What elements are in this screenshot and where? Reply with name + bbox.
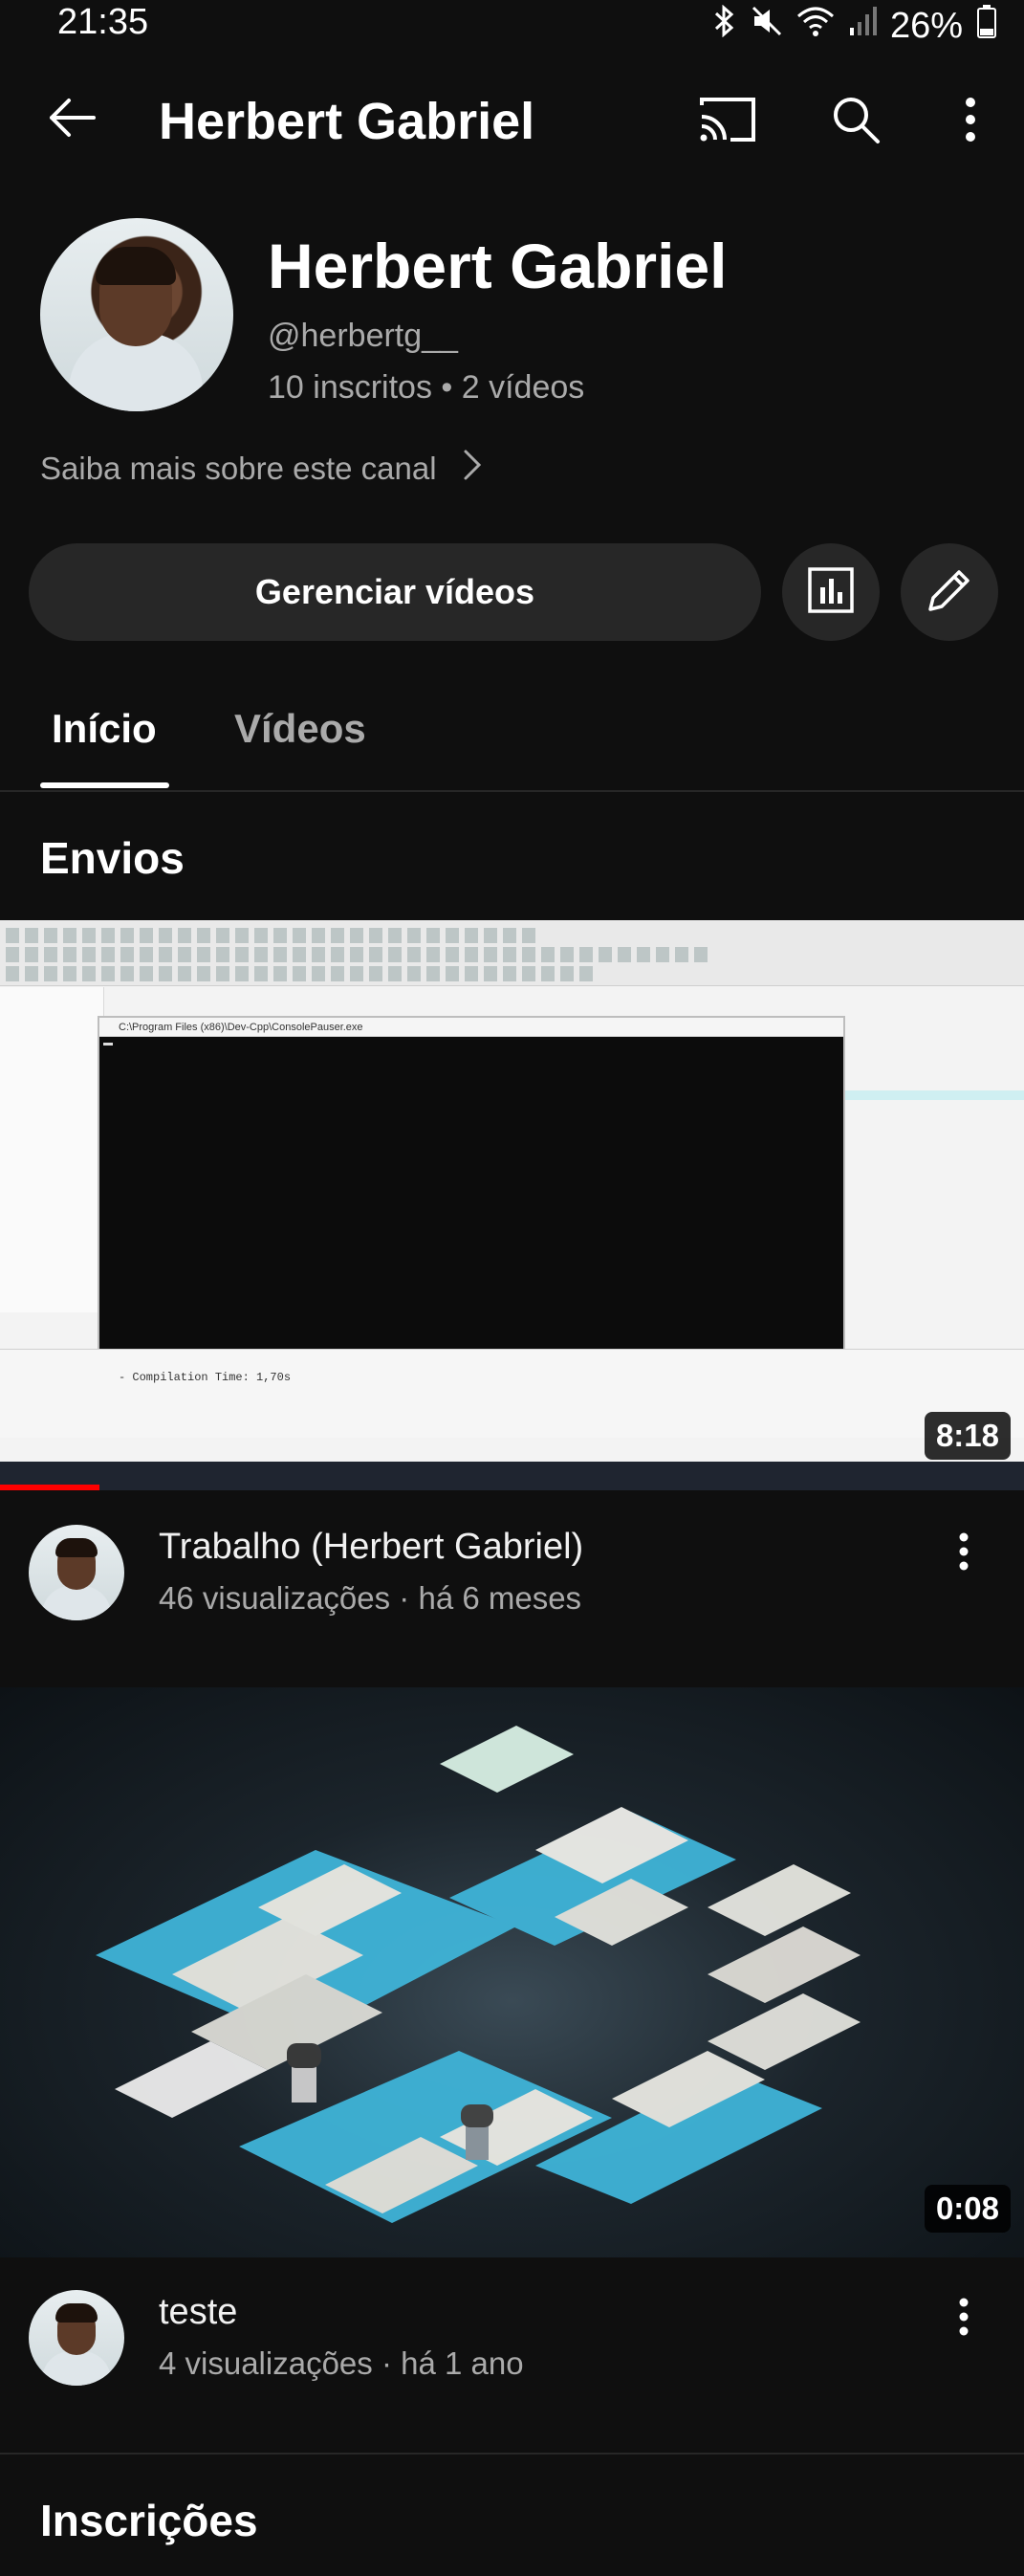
- video-menu-button[interactable]: [937, 1527, 991, 1580]
- more-vert-icon: [959, 1532, 969, 1575]
- manage-videos-button[interactable]: Gerenciar vídeos: [29, 543, 761, 641]
- bluetooth-icon: [712, 4, 737, 47]
- subscriptions-section-title: Inscrições: [40, 2496, 258, 2545]
- ide-compile-log-image: - Compilation Time: 1,70s: [0, 1349, 1024, 1438]
- wifi-icon: [796, 5, 835, 47]
- about-channel-link[interactable]: Saiba mais sobre este canal: [40, 448, 483, 490]
- back-button[interactable]: [38, 86, 105, 153]
- mute-icon: [751, 5, 783, 47]
- tab-inicio[interactable]: Início: [52, 706, 157, 752]
- game-scene-image: [96, 1726, 861, 2223]
- more-vert-icon: [965, 97, 976, 147]
- video-channel-avatar[interactable]: [29, 1525, 124, 1620]
- compile-line: - Compilation Time: 1,70s: [119, 1371, 292, 1384]
- video-title[interactable]: Trabalho (Herbert Gabriel): [159, 1527, 583, 1568]
- back-arrow-icon: [46, 97, 98, 143]
- active-tab-indicator: [40, 782, 169, 788]
- more-vert-icon: [959, 2298, 969, 2341]
- tab-videos[interactable]: Vídeos: [234, 706, 366, 752]
- video-meta: 4 visualizações · há 1 ano: [159, 2345, 524, 2381]
- channel-avatar[interactable]: [40, 218, 233, 411]
- status-icons: 26%: [712, 4, 997, 48]
- status-time: 21:35: [57, 2, 149, 42]
- console-window-image: C:\Program Files (x86)\Dev-Cpp\ConsolePa…: [98, 1016, 845, 1372]
- about-channel-label: Saiba mais sobre este canal: [40, 451, 437, 486]
- cast-button[interactable]: [694, 88, 761, 155]
- more-options-button[interactable]: [937, 88, 1004, 155]
- chevron-right-icon: [462, 448, 483, 490]
- ide-toolbar-image: [0, 920, 1024, 986]
- os-taskbar-image: [0, 1462, 1024, 1490]
- channel-name: Herbert Gabriel: [268, 231, 728, 301]
- edit-pencil-icon: [925, 565, 974, 620]
- video-duration: 8:18: [924, 1412, 1011, 1460]
- channel-stats: 10 inscritos • 2 vídeos: [268, 369, 585, 406]
- battery-percent: 26%: [889, 5, 963, 46]
- channel-handle: @herbertg__: [268, 318, 458, 354]
- analytics-button[interactable]: [782, 543, 880, 641]
- signal-icon: [848, 5, 877, 47]
- page-title: Herbert Gabriel: [159, 93, 535, 150]
- video-thumbnail[interactable]: C:\Program Files (x86)\Dev-Cpp\ConsolePa…: [0, 920, 1024, 1490]
- watch-progress-bar: [0, 1485, 99, 1490]
- search-button[interactable]: [822, 88, 889, 155]
- tabs-divider: [0, 790, 1024, 792]
- video-menu-button[interactable]: [937, 2292, 991, 2345]
- video-duration: 0:08: [924, 2185, 1011, 2233]
- status-bar: 21:35 26%: [0, 0, 1024, 48]
- ide-sidebar-image: [0, 987, 104, 1312]
- video-title[interactable]: teste: [159, 2292, 237, 2333]
- section-divider: [0, 2453, 1024, 2455]
- edit-channel-button[interactable]: [901, 543, 998, 641]
- video-channel-avatar[interactable]: [29, 2290, 124, 2386]
- cast-icon: [698, 96, 757, 148]
- search-icon: [830, 94, 882, 150]
- battery-icon: [976, 4, 997, 48]
- console-title: C:\Program Files (x86)\Dev-Cpp\ConsolePa…: [99, 1018, 843, 1037]
- video-meta: 46 visualizações · há 6 meses: [159, 1580, 582, 1616]
- video-thumbnail[interactable]: 0:08: [0, 1687, 1024, 2257]
- uploads-section-title: Envios: [40, 833, 185, 883]
- analytics-icon: [807, 566, 855, 619]
